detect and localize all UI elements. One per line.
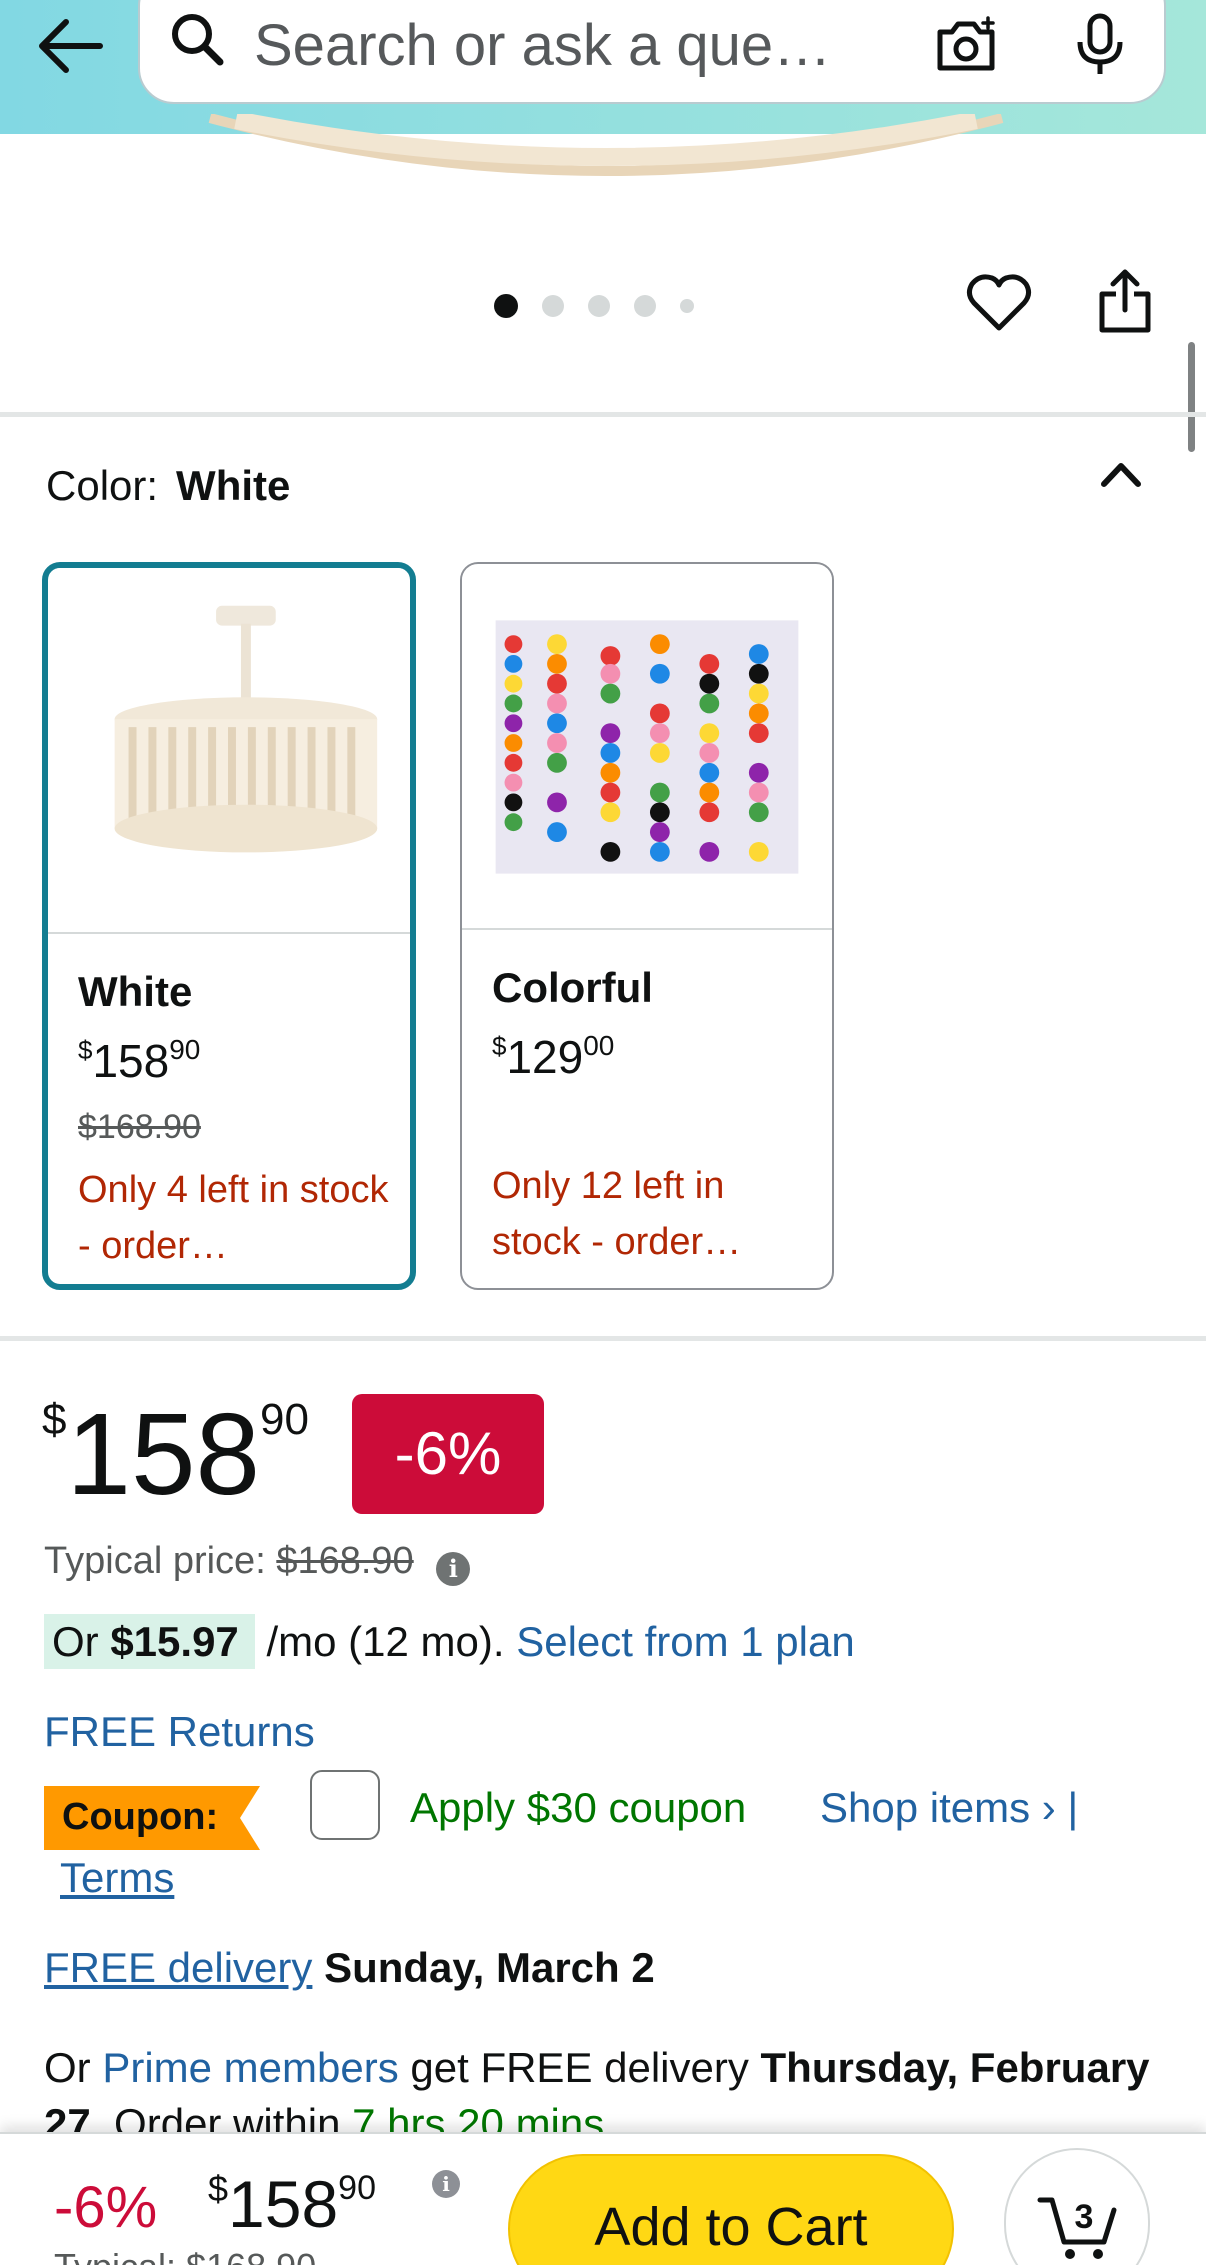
carousel-dot (494, 294, 518, 318)
color-label-text: Color: (46, 462, 159, 509)
variant-price-whole: 129 (506, 1031, 584, 1083)
variant-price-cents: 00 (583, 1030, 615, 1061)
variant-colorful[interactable]: Colorful $12900 Only 12 left in stock - … (460, 562, 834, 1290)
carousel-dot (680, 299, 694, 313)
selected-color: White (176, 462, 291, 509)
variant-white[interactable]: White $15890 $168.90 Only 4 left in stoc… (42, 562, 416, 1290)
variant-price: $15890 (78, 1034, 200, 1088)
bottom-price-currency: $ (208, 2168, 229, 2209)
product-image-carousel[interactable] (0, 114, 1206, 452)
typical-price: Typical price: $168.90 i (44, 1540, 471, 1586)
share-icon[interactable] (1096, 266, 1154, 336)
heart-icon[interactable] (966, 272, 1032, 334)
plan-amount: $15.97 (110, 1618, 239, 1665)
bottom-price: $15890 (208, 2166, 376, 2242)
add-to-cart-label: Add to Cart (594, 2197, 868, 2257)
variant-stock: Only 4 left in stock - order… (78, 1169, 389, 1267)
back-arrow-icon[interactable] (36, 14, 106, 78)
coupon-label: Coupon: (62, 1796, 219, 1838)
add-to-cart-button[interactable]: Add to Cart (508, 2154, 954, 2265)
typical-price-label: Typical price: (44, 1540, 266, 1582)
coupon-checkbox[interactable] (310, 1770, 380, 1840)
info-icon[interactable]: i (432, 2170, 460, 2198)
section-divider (0, 412, 1206, 417)
bottom-price-whole: 158 (228, 2167, 339, 2241)
free-delivery-link[interactable]: FREE delivery (44, 1944, 312, 1991)
delivery-info: FREE delivery Sunday, March 2 (44, 1944, 655, 1992)
price: $15890 (42, 1396, 309, 1512)
sticky-buy-bar: -6% $15890 i Typical: $168.90 Add to Car… (0, 2132, 1206, 2265)
variant-name: White (78, 968, 193, 1015)
apply-coupon-label[interactable]: Apply $30 coupon (410, 1784, 746, 1832)
bottom-price-cents: 90 (338, 2169, 376, 2207)
search-input[interactable]: Search or ask a que… (254, 12, 831, 79)
scrollbar[interactable] (1188, 342, 1195, 452)
bottom-typical-price: Typical: $168.90 (54, 2246, 316, 2265)
plan-highlight: Or $15.97 (44, 1614, 255, 1669)
shop-items-link[interactable]: Shop items › | (820, 1784, 1078, 1832)
variant-was-price: $168.90 (78, 1108, 201, 1146)
cart-icon: 3 (1037, 2197, 1117, 2259)
variant-currency: $ (78, 1035, 93, 1065)
prime-middle: get FREE delivery (398, 2044, 761, 2091)
discount-badge: -6% (352, 1394, 544, 1514)
section-divider (0, 1336, 1206, 1341)
variant-currency: $ (492, 1031, 507, 1061)
plan-prefix: Or (52, 1618, 111, 1665)
carousel-dot (634, 295, 656, 317)
carousel-dot (588, 295, 610, 317)
variant-thumbnail (462, 564, 832, 930)
prime-prefix: Or (44, 2044, 103, 2091)
carousel-indicator (494, 294, 694, 318)
search-icon (172, 14, 224, 66)
price-currency: $ (42, 1395, 67, 1444)
cart-count: 3 (1075, 2198, 1094, 2236)
plan-suffix: /mo (12 mo). (254, 1618, 517, 1665)
coupon-badge: Coupon: (44, 1786, 260, 1850)
variant-price-cents: 90 (169, 1034, 201, 1065)
prime-members-link[interactable]: Prime members (102, 2044, 398, 2091)
terms-link[interactable]: Terms (60, 1854, 174, 1902)
cart-button[interactable]: 3 (1004, 2148, 1150, 2265)
free-returns-link[interactable]: FREE Returns (44, 1708, 315, 1756)
installment-plan: Or $15.97 /mo (12 mo). Select from 1 pla… (44, 1614, 855, 1669)
chevron-up-icon[interactable] (1098, 456, 1144, 490)
variant-stock: Only 12 left in stock - order… (492, 1165, 742, 1263)
delivery-date: Sunday, March 2 (324, 1944, 655, 1991)
price-whole: 158 (66, 1389, 261, 1519)
typical-price-value: $168.90 (276, 1540, 414, 1582)
variant-thumbnail (48, 568, 410, 934)
carousel-dot (542, 295, 564, 317)
camera-icon[interactable] (934, 16, 998, 74)
variant-name: Colorful (492, 964, 653, 1011)
color-label: Color: White (46, 462, 290, 510)
product-image (208, 114, 1004, 176)
variant-price: $12900 (492, 1030, 614, 1084)
variant-price-whole: 158 (92, 1035, 170, 1087)
select-plan-link[interactable]: Select from 1 plan (516, 1618, 855, 1665)
microphone-icon[interactable] (1070, 12, 1130, 78)
search-bar[interactable]: Search or ask a que… (138, 0, 1166, 104)
bottom-discount: -6% (54, 2175, 158, 2240)
price-cents: 90 (260, 1395, 309, 1444)
info-icon[interactable]: i (436, 1552, 471, 1586)
